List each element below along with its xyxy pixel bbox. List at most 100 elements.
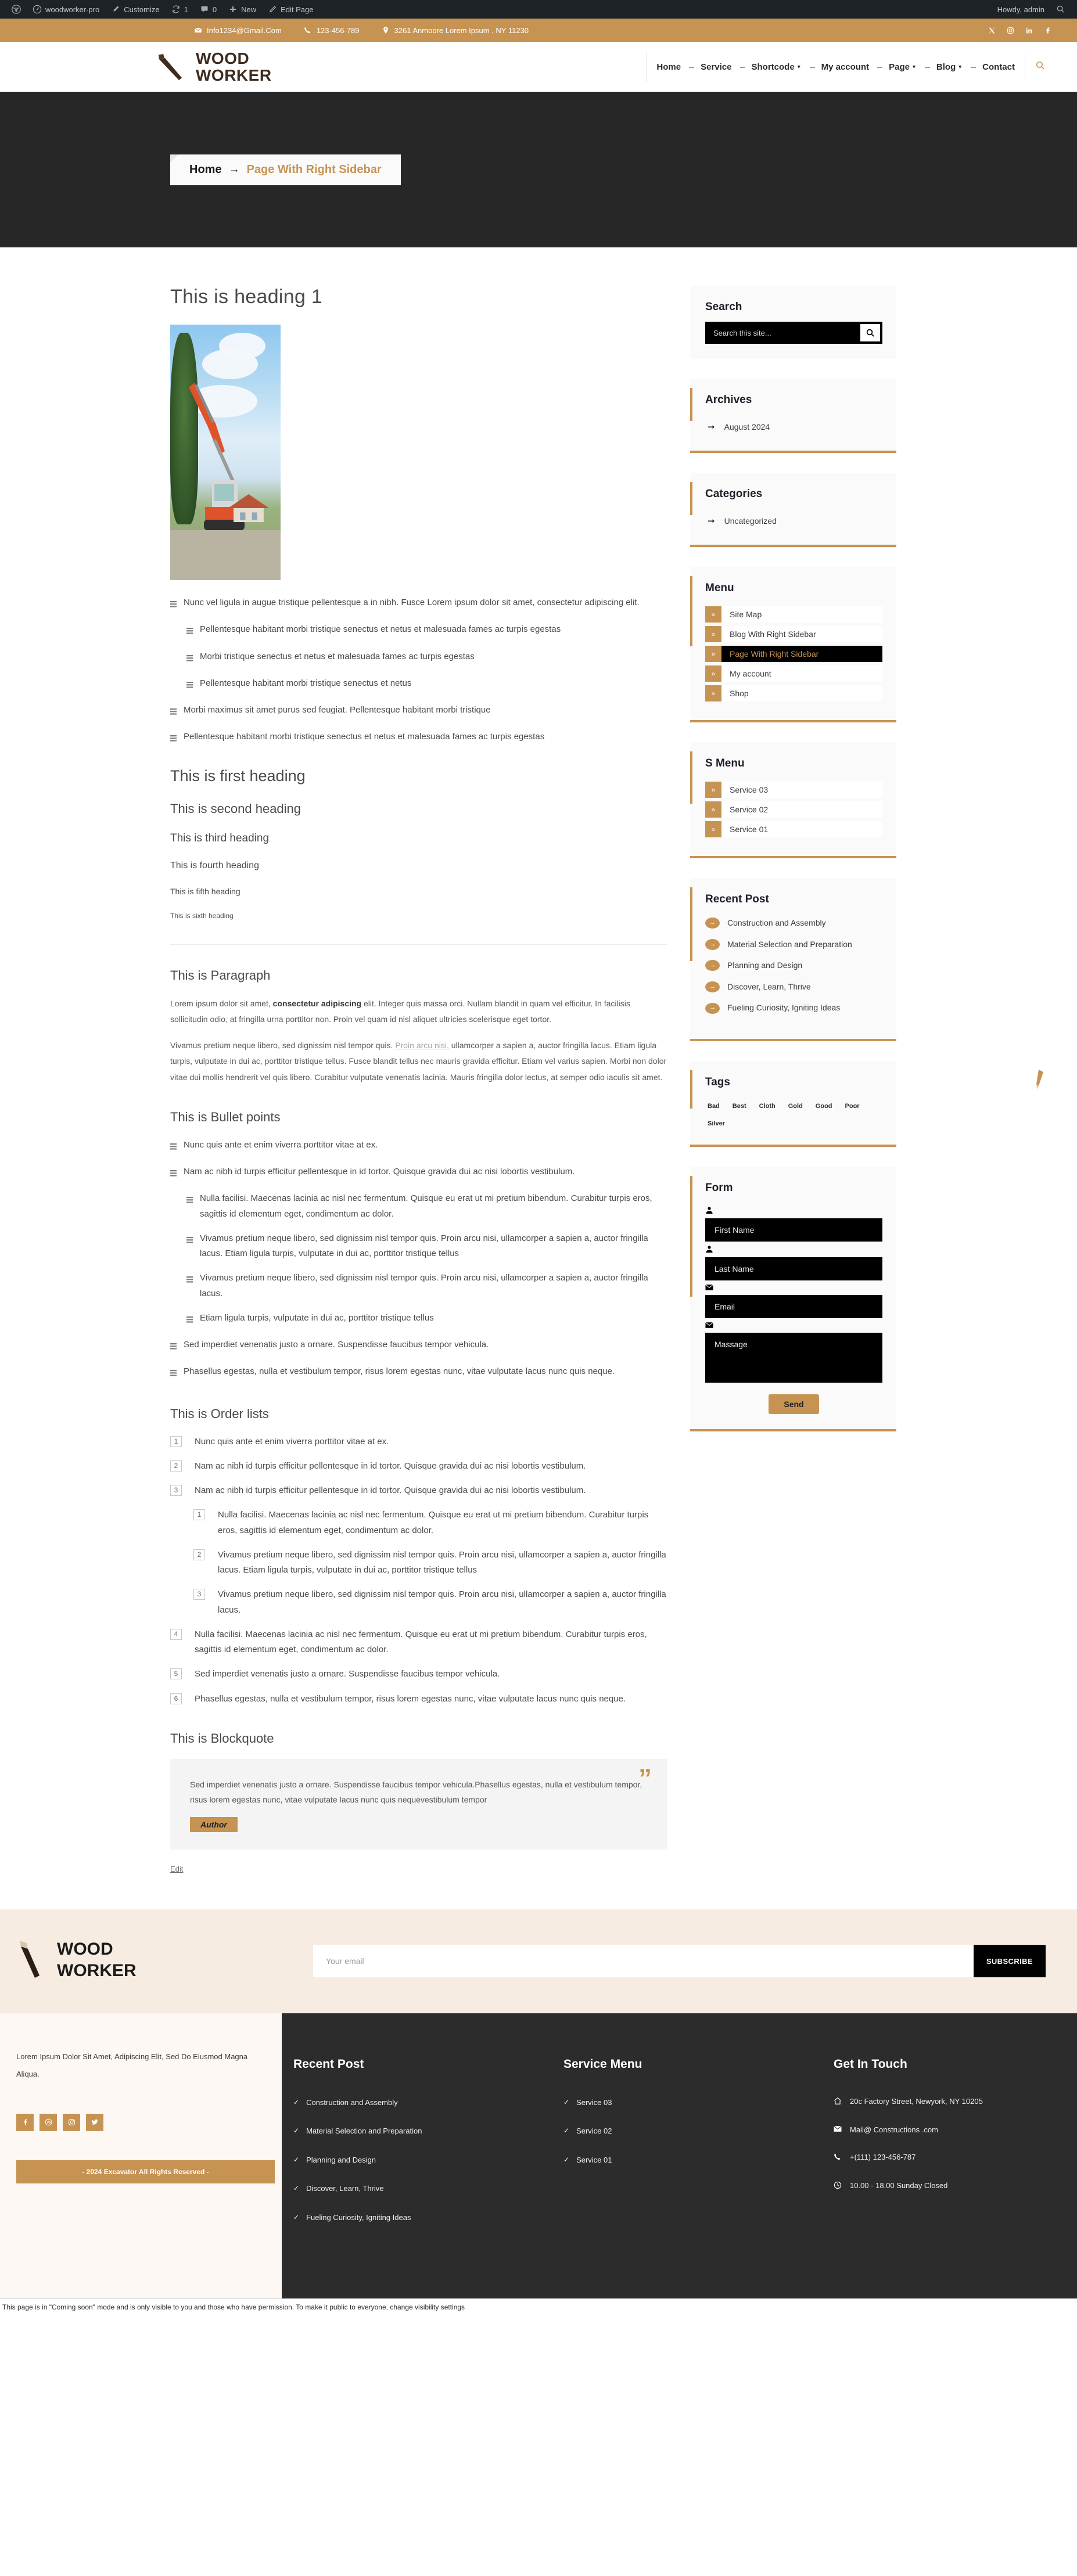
tag-item[interactable]: Gold xyxy=(786,1100,805,1112)
instagram-icon[interactable] xyxy=(1006,26,1014,34)
breadcrumb-home-link[interactable]: Home xyxy=(189,163,222,177)
admin-bar-search[interactable] xyxy=(1050,0,1071,19)
admin-bar-howdy[interactable]: Howdy, admin xyxy=(992,0,1050,19)
footer-list-label: Service 03 xyxy=(576,2098,612,2107)
site-logo[interactable]: WOOD WORKER xyxy=(154,49,272,84)
list-bullet-icon xyxy=(186,652,193,667)
heading-second: This is second heading xyxy=(170,801,301,816)
archive-item[interactable]: ➞ August 2024 xyxy=(705,418,882,436)
intro-bullet-list: Nunc vel ligula in augue tristique pelle… xyxy=(170,595,667,747)
s-menu-item-service-01[interactable]: » Service 01 xyxy=(705,821,882,837)
footer-list-item[interactable]: ✓ Discover, Learn, Thrive xyxy=(293,2183,540,2194)
nav-label: Home xyxy=(656,62,681,72)
list-item-text: Vivamus pretium neque libero, sed dignis… xyxy=(218,1549,666,1575)
footer-list-item[interactable]: ✓ Fueling Curiosity, Igniting Ideas xyxy=(293,2212,540,2224)
footer-list-item[interactable]: ✓ Service 03 xyxy=(563,2097,810,2109)
tag-item[interactable]: Best xyxy=(730,1100,749,1112)
instagram-icon[interactable] xyxy=(63,2113,80,2131)
nav-item-contact[interactable]: Contact xyxy=(971,62,1025,72)
nav-item-service[interactable]: Service xyxy=(689,62,741,72)
list-bullet-icon xyxy=(170,598,177,613)
menu-item-blog-with-right-sidebar[interactable]: » Blog With Right Sidebar xyxy=(705,626,882,642)
page-title: This is heading 1 xyxy=(170,286,323,308)
menu-item-my-account[interactable]: » My account xyxy=(705,665,882,682)
search-input[interactable] xyxy=(705,328,860,337)
list-item-text: Morbi tristique senectus et netus et mal… xyxy=(200,651,475,661)
chevrons-down-icon: » xyxy=(705,782,721,798)
facebook-icon[interactable] xyxy=(1043,26,1051,34)
tag-item[interactable]: Silver xyxy=(705,1118,727,1129)
menu-item-site-map[interactable]: » Site Map xyxy=(705,606,882,623)
s-menu-item-service-03[interactable]: » Service 03 xyxy=(705,782,882,798)
phone-icon xyxy=(834,2153,842,2163)
arrow-right-icon: ➞ xyxy=(708,422,715,432)
admin-bar-new[interactable]: New xyxy=(222,0,262,19)
check-icon: ✓ xyxy=(563,2155,570,2164)
menu-item-page-with-right-sidebar[interactable]: » Page With Right Sidebar xyxy=(705,646,882,662)
admin-bar-site-name[interactable]: woodworker-pro xyxy=(27,0,105,19)
footer-list-item[interactable]: ✓ Service 02 xyxy=(563,2125,810,2137)
category-item[interactable]: ➞ Uncategorized xyxy=(705,512,882,530)
footer-list-item[interactable]: ✓ Construction and Assembly xyxy=(293,2097,540,2109)
message-field[interactable] xyxy=(705,1332,882,1383)
recent-post-item[interactable]: → Discover, Learn, Thrive xyxy=(705,981,882,993)
tag-item[interactable]: Bad xyxy=(705,1100,722,1112)
menu-item-label: Service 01 xyxy=(730,825,769,834)
menu-item-shop[interactable]: » Shop xyxy=(705,685,882,701)
footer-list-item[interactable]: ✓ Material Selection and Preparation xyxy=(293,2125,540,2137)
header-search-button[interactable] xyxy=(1025,52,1055,82)
admin-bar-updates[interactable]: 1 xyxy=(166,0,194,19)
admin-bar-wordpress-logo[interactable] xyxy=(6,0,27,19)
admin-bar-edit-page[interactable]: Edit Page xyxy=(262,0,319,19)
topbar-address[interactable]: 3261 Anmoore Lorem Ipsum , NY 11230 xyxy=(382,26,529,35)
footer-email[interactable]: Mail@ Constructions .com xyxy=(834,2125,1077,2134)
twitter-icon[interactable] xyxy=(86,2113,103,2131)
recent-post-item[interactable]: → Material Selection and Preparation xyxy=(705,938,882,951)
search-form xyxy=(705,322,882,344)
nav-item-home[interactable]: Home xyxy=(647,62,691,72)
list-number: 3 xyxy=(170,1485,182,1496)
footer-brand-line1: WOOD xyxy=(57,1939,113,1959)
nav-item-blog[interactable]: Blog ▼ xyxy=(924,62,972,72)
list-item: 1 Nunc quis ante et enim viverra porttit… xyxy=(170,1434,667,1449)
tag-item[interactable]: Good xyxy=(813,1100,835,1112)
admin-bar-customize[interactable]: Customize xyxy=(105,0,165,19)
paragraph-2-link[interactable]: Proin arcu nisi, xyxy=(395,1041,449,1050)
nav-item-page[interactable]: Page ▼ xyxy=(877,62,927,72)
last-name-field[interactable] xyxy=(705,1257,882,1280)
email-field[interactable] xyxy=(705,1294,882,1318)
widget-form: Form Send xyxy=(690,1166,896,1431)
pinterest-icon[interactable] xyxy=(40,2113,57,2131)
footer-list-item[interactable]: ✓ Planning and Design xyxy=(293,2154,540,2166)
recent-post-item[interactable]: → Fueling Curiosity, Igniting Ideas xyxy=(705,1002,882,1014)
blockquote: ” Sed imperdiet venenatis justo a ornare… xyxy=(170,1758,667,1850)
first-name-field[interactable] xyxy=(705,1218,882,1242)
edit-link[interactable]: Edit xyxy=(170,1865,183,1873)
tag-item[interactable]: Cloth xyxy=(757,1100,778,1112)
facebook-icon[interactable] xyxy=(16,2113,34,2131)
subscribe-button[interactable]: SUBSCRIBE xyxy=(973,1945,1046,1978)
search-submit-button[interactable] xyxy=(860,324,880,341)
recent-post-item[interactable]: → Planning and Design xyxy=(705,960,882,972)
recent-post-item[interactable]: → Construction and Assembly xyxy=(705,918,882,929)
nav-item-my-account[interactable]: My account xyxy=(809,62,879,72)
topbar-email[interactable]: Info1234@Gmail.Com xyxy=(194,26,282,35)
footer-list-item[interactable]: ✓ Service 01 xyxy=(563,2154,810,2166)
s-menu-item-service-02[interactable]: » Service 02 xyxy=(705,801,882,818)
paragraph-2-a: Vivamus pretium neque libero, sed dignis… xyxy=(170,1041,396,1050)
send-button[interactable]: Send xyxy=(769,1394,819,1414)
tag-item[interactable]: Poor xyxy=(843,1100,862,1112)
x-icon[interactable] xyxy=(988,26,996,34)
list-item-text: Nulla facilisi. Maecenas lacinia ac nisl… xyxy=(218,1510,649,1535)
nav-item-shortcode[interactable]: Shortcode ▼ xyxy=(739,62,812,72)
linkedin-icon[interactable] xyxy=(1025,26,1033,34)
footer-logo[interactable]: WOOD WORKER xyxy=(0,1909,282,2013)
topbar-phone[interactable]: 123-456-789 xyxy=(304,26,360,35)
list-item-text: Sed imperdiet venenatis justo a ornare. … xyxy=(195,1669,500,1679)
footer-column-title: Get In Touch xyxy=(834,2057,907,2071)
admin-bar-comments[interactable]: 0 xyxy=(194,0,222,19)
newsletter-email-input[interactable] xyxy=(313,1945,974,1978)
footer-phone[interactable]: +(111) 123-456-787 xyxy=(834,2153,1077,2163)
list-item: Vivamus pretium neque libero, sed dignis… xyxy=(186,1271,667,1301)
blockquote-text: Sed imperdiet venenatis justo a ornare. … xyxy=(190,1779,642,1804)
